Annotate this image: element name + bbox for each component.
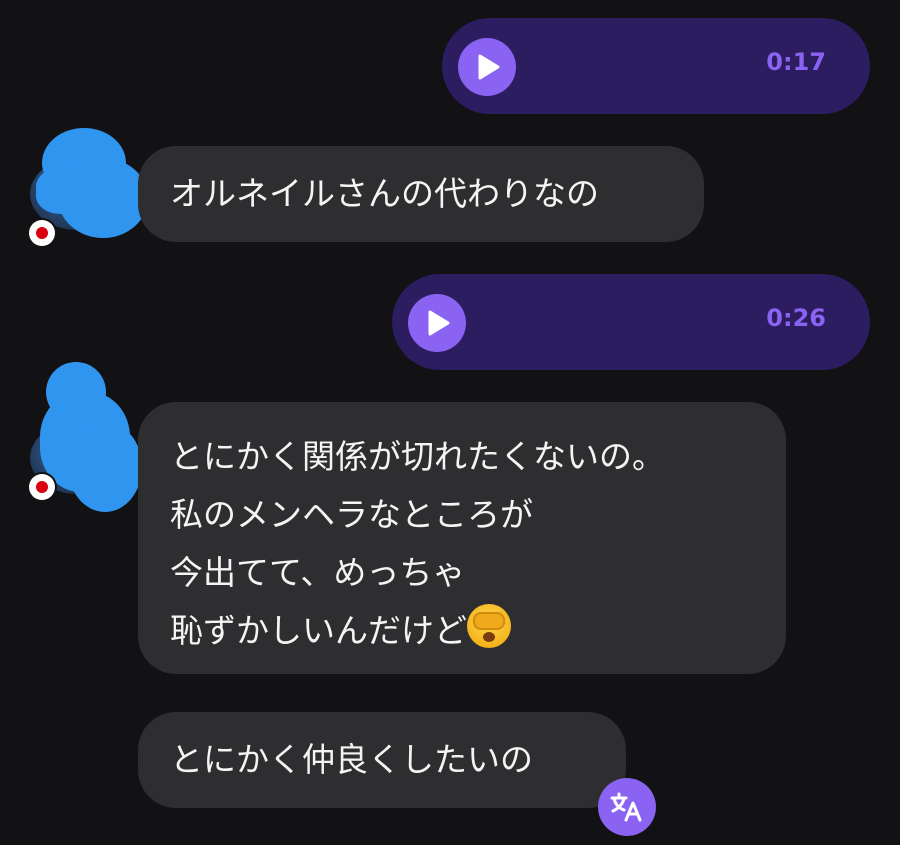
message-text: とにかく仲良くしたいの [170, 740, 533, 779]
japan-flag-icon [29, 220, 55, 246]
play-button[interactable] [408, 294, 466, 352]
message-line: とにかく関係が切れたくないの。 [170, 437, 665, 476]
avatar[interactable] [28, 128, 148, 246]
voice-message[interactable]: 0:17 [442, 18, 870, 114]
message-bubble[interactable]: とにかく仲良くしたいの [138, 712, 626, 808]
play-button[interactable] [458, 38, 516, 96]
voice-message[interactable]: 0:26 [392, 274, 870, 370]
message-line: 私のメンヘラなところが [170, 495, 533, 534]
message-line: 今出てて、めっちゃ [170, 553, 466, 592]
play-icon [428, 310, 450, 336]
avatar[interactable] [28, 362, 142, 512]
translate-button[interactable] [598, 778, 656, 836]
message-text: オルネイルさんの代わりなの [170, 174, 599, 213]
message-line-with-emoji: 恥ずかしいんだけど [170, 602, 754, 660]
play-icon [478, 54, 500, 80]
translate-icon [610, 792, 642, 822]
japan-flag-icon [29, 474, 55, 500]
voice-duration: 0:17 [766, 48, 826, 76]
voice-duration: 0:26 [766, 304, 826, 332]
message-bubble[interactable]: とにかく関係が切れたくないの。 私のメンヘラなところが 今出てて、めっちゃ 恥ず… [138, 402, 786, 674]
chat-thread: 0:17 オルネイルさんの代わりなの 0:26 とにかく関係が切れたくないの。 … [0, 0, 900, 845]
face-with-hand-over-mouth-emoji [467, 604, 511, 648]
message-line: 恥ずかしいんだけど [170, 611, 467, 650]
message-bubble[interactable]: オルネイルさんの代わりなの [138, 146, 704, 242]
